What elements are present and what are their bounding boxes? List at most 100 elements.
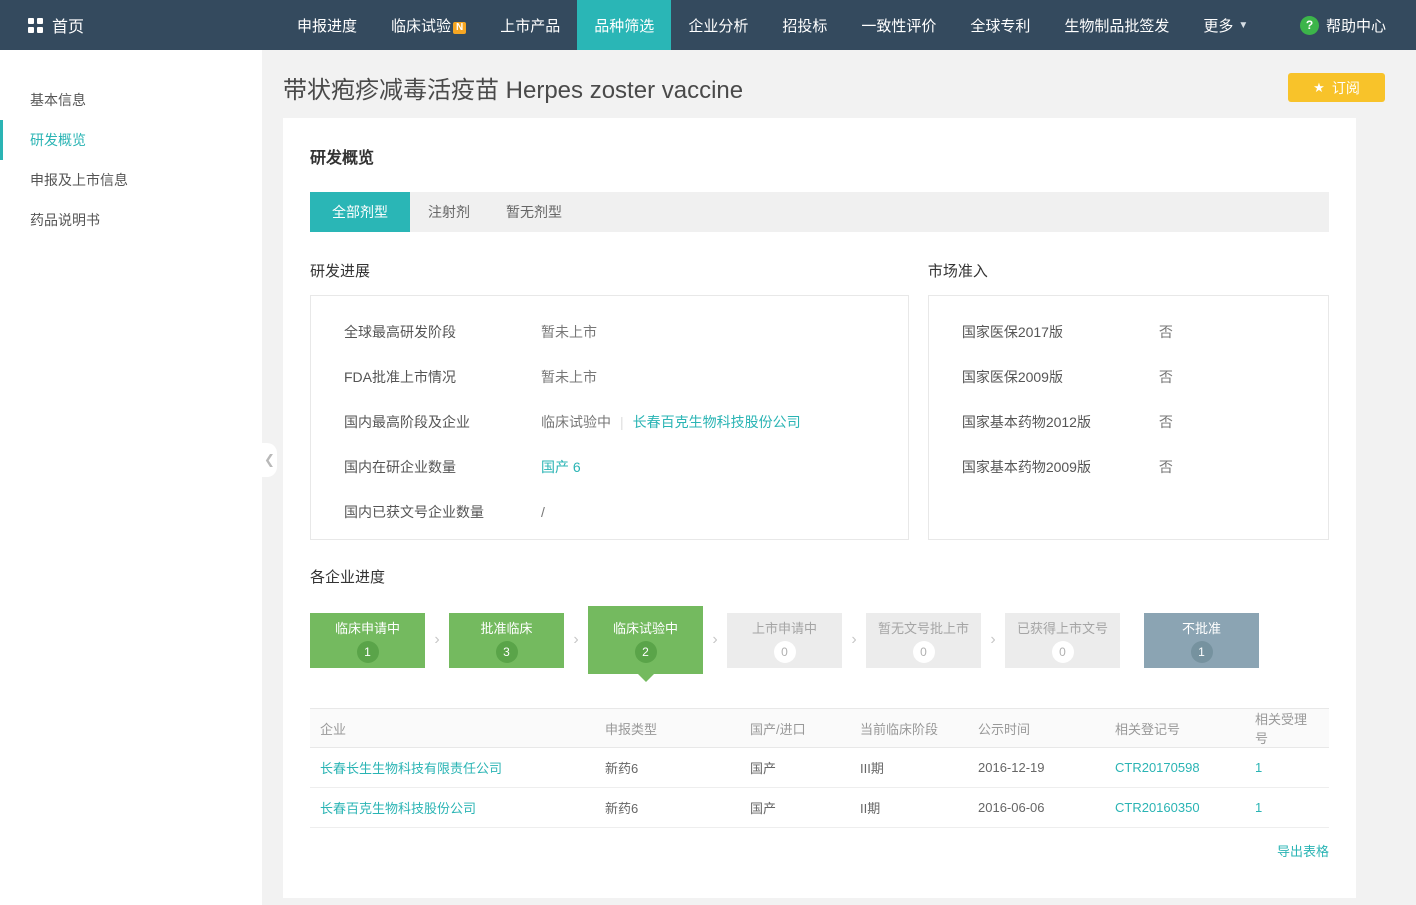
table-row: 长春长生生物科技有限责任公司 新药6 国产 III期 2016-12-19 CT… <box>310 748 1329 788</box>
cell-phase: II期 <box>850 788 968 828</box>
overview-card: 研发概览 全部剂型 注射剂 暂无剂型 研发进展 全球最高研发阶段 暂未上市 FD… <box>283 118 1356 898</box>
subscribe-label: 订阅 <box>1332 78 1360 98</box>
company-link[interactable]: 长春长生生物科技有限责任公司 <box>320 761 502 776</box>
chevron-right-icon: › <box>425 631 449 649</box>
sidebar-item-rnd-overview[interactable]: 研发概览 <box>0 120 262 160</box>
main-content: 带状疱疹减毒活疫苗 Herpes zoster vaccine ★ 订阅 研发概… <box>262 50 1416 905</box>
info-row: 国家基本药物2009版 否 <box>962 444 1328 489</box>
nav-item-clinical-trials[interactable]: 临床试验N <box>374 0 483 50</box>
info-row: 全球最高研发阶段 暂未上市 <box>344 309 908 354</box>
sidebar-collapse-button[interactable]: ❮ <box>262 443 277 477</box>
sidebar-item-drug-instructions[interactable]: 药品说明书 <box>0 200 262 240</box>
stage-no-license-approved[interactable]: 暂无文号批上市0 <box>866 613 981 668</box>
nav-item-bidding[interactable]: 招投标 <box>765 0 844 50</box>
nav-item-more[interactable]: 更多▼ <box>1186 0 1265 50</box>
info-row: FDA批准上市情况 暂未上市 <box>344 354 908 399</box>
market-access-title: 市场准入 <box>928 260 1329 281</box>
domestic-count-link[interactable]: 国产 6 <box>541 457 581 477</box>
overview-title: 研发概览 <box>310 144 1329 168</box>
nav-item-global-patents[interactable]: 全球专利 <box>953 0 1047 50</box>
table-row: 长春百克生物科技股份公司 新药6 国产 II期 2016-06-06 CTR20… <box>310 788 1329 828</box>
grid-menu-icon <box>28 18 43 33</box>
cell-date: 2016-06-06 <box>968 788 1105 828</box>
rnd-progress-box: 全球最高研发阶段 暂未上市 FDA批准上市情况 暂未上市 国内最高阶段及企业 临… <box>310 295 909 540</box>
stage-count: 1 <box>357 641 379 663</box>
stage-clinical-applying[interactable]: 临床申请中1 <box>310 613 425 668</box>
info-row: 国内最高阶段及企业 临床试验中 | 长春百克生物科技股份公司 <box>344 399 908 444</box>
tab-injection[interactable]: 注射剂 <box>410 192 488 232</box>
enterprise-table: 企业 申报类型 国产/进口 当前临床阶段 公示时间 相关登记号 相关受理号 长春… <box>310 708 1329 828</box>
dosage-form-tabs: 全部剂型 注射剂 暂无剂型 <box>310 192 1329 232</box>
market-access-box: 国家医保2017版 否 国家医保2009版 否 国家基本药物2012版 否 国家… <box>928 295 1329 540</box>
info-row: 国内在研企业数量 国产 6 <box>344 444 908 489</box>
registration-link[interactable]: CTR20170598 <box>1115 760 1200 775</box>
cell-origin: 国产 <box>740 748 850 788</box>
company-link[interactable]: 长春百克生物科技股份公司 <box>320 801 476 816</box>
rnd-progress-title: 研发进展 <box>310 260 909 281</box>
nav-menu: 申报进度 临床试验N 上市产品 品种筛选 企业分析 招投标 一致性评价 全球专利… <box>280 0 1265 50</box>
nav-item-variety-screening[interactable]: 品种筛选 <box>577 0 671 50</box>
nav-item-consistency-evaluation[interactable]: 一致性评价 <box>844 0 953 50</box>
chevron-right-icon: › <box>981 631 1005 649</box>
chevron-down-icon: ▼ <box>1238 20 1248 31</box>
info-row: 国内已获文号企业数量 / <box>344 489 908 534</box>
stage-count: 0 <box>913 641 935 663</box>
col-origin: 国产/进口 <box>740 709 850 748</box>
cell-date: 2016-12-19 <box>968 748 1105 788</box>
stage-count: 0 <box>774 641 796 663</box>
col-phase: 当前临床阶段 <box>850 709 968 748</box>
acceptance-link[interactable]: 1 <box>1255 800 1262 815</box>
stage-count: 3 <box>496 641 518 663</box>
stage-count: 0 <box>1052 641 1074 663</box>
stage-listing-applying[interactable]: 上市申请中0 <box>727 613 842 668</box>
cell-type: 新药6 <box>595 748 740 788</box>
col-company: 企业 <box>310 709 595 748</box>
divider: | <box>620 414 624 430</box>
export-table-link[interactable]: 导出表格 <box>1277 844 1329 859</box>
page-header: 带状疱疹减毒活疫苗 Herpes zoster vaccine ★ 订阅 <box>262 50 1416 105</box>
cell-origin: 国产 <box>740 788 850 828</box>
sidebar-item-basic-info[interactable]: 基本信息 <box>0 80 262 120</box>
help-label: 帮助中心 <box>1326 15 1386 36</box>
stage-clinical-approved[interactable]: 批准临床3 <box>449 613 564 668</box>
info-row: 国家基本药物2012版 否 <box>962 399 1328 444</box>
cell-type: 新药6 <box>595 788 740 828</box>
page-title: 带状疱疹减毒活疫苗 Herpes zoster vaccine <box>283 70 743 105</box>
info-row: 国家医保2017版 否 <box>962 309 1328 354</box>
nav-item-declare-progress[interactable]: 申报进度 <box>280 0 374 50</box>
chevron-right-icon: › <box>564 631 588 649</box>
stage-not-approved[interactable]: 不批准1 <box>1144 613 1259 668</box>
cell-phase: III期 <box>850 748 968 788</box>
col-date: 公示时间 <box>968 709 1105 748</box>
stage-count: 1 <box>1191 641 1213 663</box>
help-center-button[interactable]: ? 帮助中心 <box>1270 0 1416 50</box>
home-label: 首页 <box>52 13 84 37</box>
tab-no-form[interactable]: 暂无剂型 <box>488 192 580 232</box>
acceptance-link[interactable]: 1 <box>1255 760 1262 775</box>
col-type: 申报类型 <box>595 709 740 748</box>
home-button[interactable]: 首页 <box>0 0 112 50</box>
col-reg: 相关登记号 <box>1105 709 1245 748</box>
sidebar-item-declaration-listing[interactable]: 申报及上市信息 <box>0 160 262 200</box>
table-header-row: 企业 申报类型 国产/进口 当前临床阶段 公示时间 相关登记号 相关受理号 <box>310 709 1329 748</box>
company-link[interactable]: 长春百克生物科技股份公司 <box>633 412 801 432</box>
nav-item-biologics-release[interactable]: 生物制品批签发 <box>1047 0 1186 50</box>
stage-count: 2 <box>635 641 657 663</box>
stage-in-clinical-trial[interactable]: 临床试验中2 <box>588 606 703 674</box>
pipeline-title: 各企业进度 <box>310 566 1329 587</box>
rnd-progress-section: 研发进展 全球最高研发阶段 暂未上市 FDA批准上市情况 暂未上市 国内最高阶段… <box>310 260 909 540</box>
nav-item-marketed-products[interactable]: 上市产品 <box>483 0 577 50</box>
pipeline: 临床申请中1 › 批准临床3 › 临床试验中2 › 上市申请中0 › 暂无文号批… <box>310 604 1329 676</box>
top-nav: 首页 申报进度 临床试验N 上市产品 品种筛选 企业分析 招投标 一致性评价 全… <box>0 0 1416 50</box>
info-row: 国家医保2009版 否 <box>962 354 1328 399</box>
subscribe-button[interactable]: ★ 订阅 <box>1288 73 1385 102</box>
stage-license-obtained[interactable]: 已获得上市文号0 <box>1005 613 1120 668</box>
registration-link[interactable]: CTR20160350 <box>1115 800 1200 815</box>
market-access-section: 市场准入 国家医保2017版 否 国家医保2009版 否 国家基本药物2012版… <box>928 260 1329 540</box>
help-icon: ? <box>1300 16 1319 35</box>
nav-item-enterprise-analysis[interactable]: 企业分析 <box>671 0 765 50</box>
chevron-right-icon: › <box>842 631 866 649</box>
chevron-right-icon: › <box>703 631 727 649</box>
col-accept: 相关受理号 <box>1245 709 1329 748</box>
tab-all-forms[interactable]: 全部剂型 <box>310 192 410 232</box>
